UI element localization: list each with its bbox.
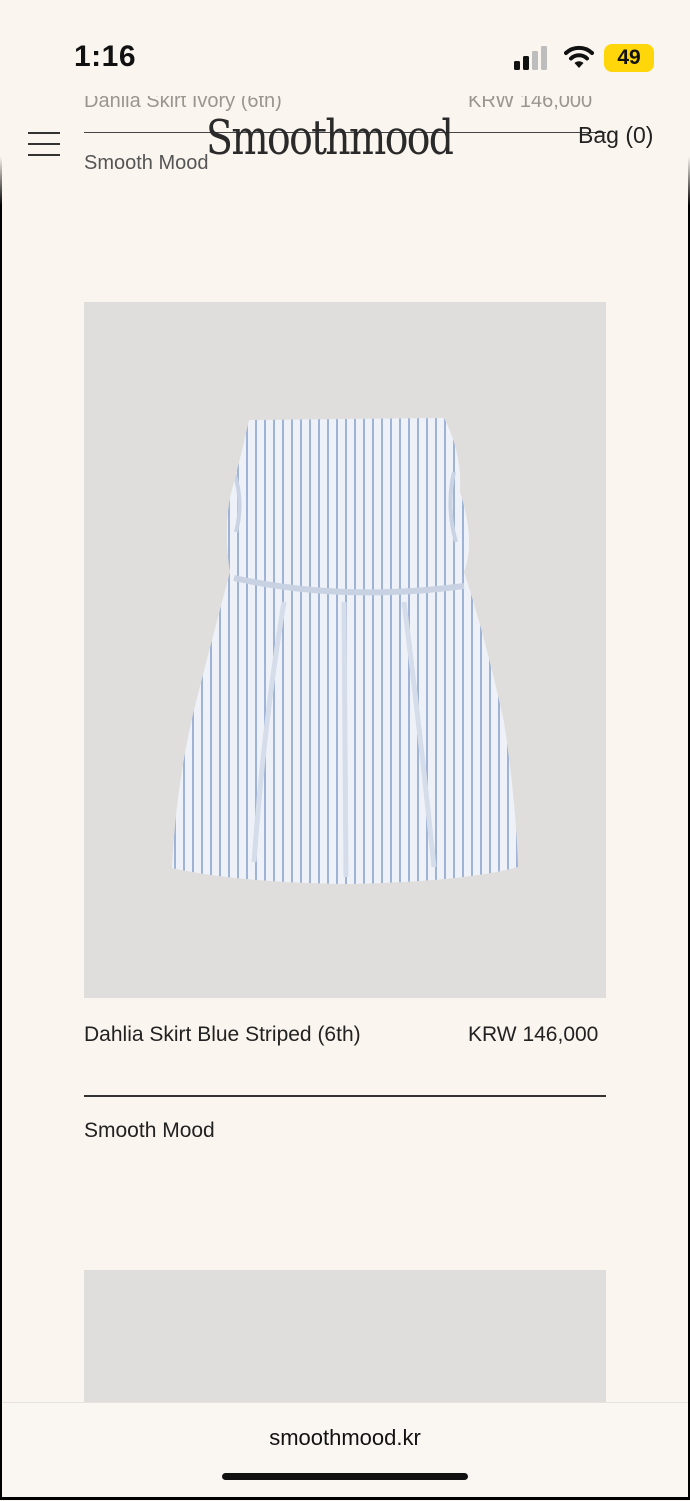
browser-address-bar[interactable]: smoothmood.kr	[0, 1402, 690, 1501]
battery-icon: 49	[604, 44, 654, 72]
home-indicator	[222, 1473, 468, 1480]
product-divider	[84, 1095, 606, 1097]
status-time: 1:16	[74, 40, 137, 73]
status-bar: 1:16 49	[0, 0, 690, 96]
previous-product-brand: Smooth Mood	[84, 152, 209, 174]
hamburger-menu-icon[interactable]	[28, 132, 60, 156]
product-name[interactable]: Dahlia Skirt Blue Striped (6th)	[84, 1018, 414, 1052]
battery-level: 49	[617, 46, 641, 69]
brand-logo[interactable]: Smoothmood	[206, 110, 454, 166]
url-text[interactable]: smoothmood.kr	[0, 1425, 690, 1451]
product-brand: Smooth Mood	[84, 1119, 215, 1142]
cellular-signal-icon	[514, 46, 547, 70]
frame-border-left	[0, 0, 2, 1500]
product-image[interactable]	[84, 302, 606, 998]
product-price: KRW 146,000	[468, 1023, 599, 1046]
next-product-image[interactable]	[84, 1270, 606, 1402]
wifi-icon	[564, 45, 594, 68]
striped-skirt-image	[172, 418, 518, 884]
bag-button[interactable]: Bag (0)	[578, 122, 653, 149]
